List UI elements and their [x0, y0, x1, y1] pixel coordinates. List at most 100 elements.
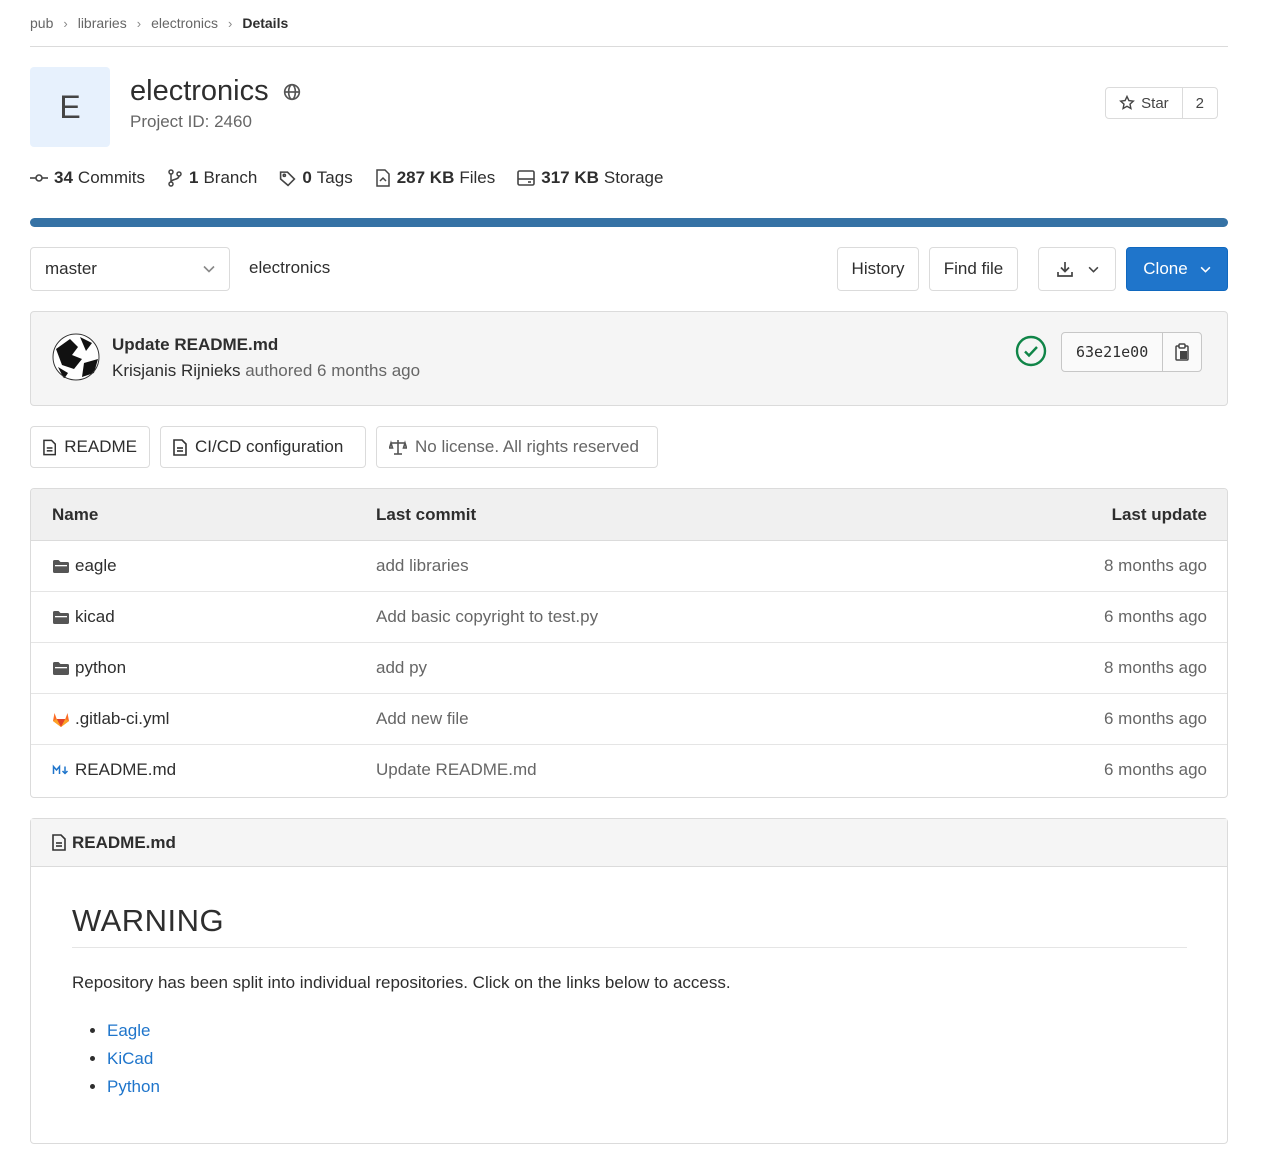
document-icon — [173, 438, 187, 456]
header-name: Name — [52, 505, 99, 524]
folder-icon — [53, 610, 69, 624]
folder-icon — [53, 559, 69, 573]
file-last-update: 8 months ago — [1103, 658, 1207, 677]
branch-selector[interactable]: master — [30, 247, 230, 291]
link-eagle[interactable]: Eagle — [107, 1021, 150, 1040]
header-last-commit: Last commit — [376, 505, 477, 524]
readme-button[interactable]: README — [30, 426, 150, 468]
stat-storage[interactable]: 317 KB Storage — [517, 168, 663, 188]
project-avatar[interactable]: E — [30, 67, 110, 147]
file-tree-table: Name Last commit Last update eagle add l… — [30, 488, 1228, 798]
link-python[interactable]: Python — [107, 1077, 160, 1096]
table-row[interactable]: eagle add libraries 8 months ago — [31, 541, 1227, 592]
globe-icon — [283, 83, 300, 100]
document-icon — [43, 439, 57, 455]
readme-filename[interactable]: README.md — [72, 833, 176, 853]
breadcrumb-details[interactable]: Details — [242, 15, 288, 31]
file-last-commit[interactable]: Add basic copyright to test.py — [376, 607, 598, 627]
commit-sha-group: 63e21e00 — [1061, 332, 1203, 372]
header-last-update: Last update — [1111, 505, 1207, 524]
stat-tags[interactable]: 0 Tags — [279, 168, 353, 188]
chevron-right-icon: › — [227, 15, 233, 31]
list-item: Python — [107, 1073, 160, 1101]
repo-path[interactable]: electronics — [249, 258, 330, 278]
star-group: Star 2 — [1105, 87, 1218, 119]
gitlab-icon — [53, 712, 69, 727]
readme-panel: README.md WARNING Repository has been sp… — [30, 818, 1228, 1144]
star-label: Star — [1141, 94, 1169, 112]
document-icon — [52, 834, 66, 851]
markdown-icon — [52, 764, 69, 775]
clone-label: Clone — [1143, 259, 1188, 278]
table-row[interactable]: kicad Add basic copyright to test.py 6 m… — [31, 592, 1227, 643]
pipeline-passed-icon[interactable] — [1015, 335, 1047, 367]
file-last-commit[interactable]: Add new file — [376, 709, 469, 729]
file-last-commit[interactable]: add py — [376, 658, 427, 678]
breadcrumb: pub › libraries › electronics › Details — [30, 0, 1228, 47]
file-last-commit[interactable]: Update README.md — [376, 760, 537, 780]
tag-icon — [280, 170, 296, 186]
list-item: KiCad — [107, 1045, 160, 1073]
cicd-config-button[interactable]: CI/CD configuration — [160, 426, 366, 468]
chevron-down-icon — [1200, 266, 1211, 273]
copy-sha-button[interactable] — [1163, 333, 1201, 371]
download-button[interactable] — [1038, 247, 1116, 291]
table-header: Name Last commit Last update — [31, 489, 1227, 541]
license-button[interactable]: No license. All rights reserved — [376, 426, 658, 468]
readme-heading: WARNING — [72, 903, 1187, 948]
project-name: electronics — [130, 75, 269, 107]
project-title: electronics — [130, 75, 301, 108]
clone-button[interactable]: Clone — [1126, 247, 1228, 291]
commit-meta: Krisjanis Rijnieks authored 6 months ago — [112, 361, 420, 381]
repo-toolbar: master electronics History Find file Clo… — [30, 247, 1228, 291]
clipboard-icon — [1175, 343, 1189, 361]
history-button[interactable]: History — [837, 247, 919, 291]
breadcrumb-libraries[interactable]: libraries — [78, 15, 127, 31]
branch-icon — [168, 169, 182, 187]
table-row[interactable]: python add py 8 months ago — [31, 643, 1227, 694]
file-icon — [375, 169, 390, 187]
commit-time: authored 6 months ago — [245, 361, 421, 380]
scale-icon — [389, 439, 407, 455]
last-commit-box: Update README.md Krisjanis Rijnieks auth… — [30, 311, 1228, 406]
file-name[interactable]: README.md — [75, 760, 176, 780]
folder-icon — [53, 661, 69, 675]
chevron-down-icon — [1088, 266, 1098, 273]
star-count[interactable]: 2 — [1183, 88, 1217, 118]
stat-files[interactable]: 287 KB Files — [375, 168, 495, 188]
chevron-right-icon: › — [63, 15, 68, 31]
star-icon — [1119, 95, 1136, 110]
link-kicad[interactable]: KiCad — [107, 1049, 153, 1068]
file-name[interactable]: eagle — [75, 556, 117, 576]
file-last-update: 6 months ago — [1103, 709, 1207, 728]
file-name[interactable]: python — [75, 658, 126, 678]
commit-sha[interactable]: 63e21e00 — [1062, 333, 1164, 371]
project-id: Project ID: 2460 — [130, 112, 252, 131]
readme-link-list: Eagle KiCad Python — [72, 1017, 160, 1101]
table-row[interactable]: .gitlab-ci.yml Add new file 6 months ago — [31, 694, 1227, 745]
file-last-update: 6 months ago — [1103, 760, 1207, 779]
project-stats: 34 Commits 1 Branch 0 Tags 287 KB Files 317 … — [30, 165, 1228, 191]
breadcrumb-pub[interactable]: pub — [30, 15, 53, 31]
commit-title[interactable]: Update README.md — [112, 335, 278, 355]
file-last-commit[interactable]: add libraries — [376, 556, 469, 576]
file-name[interactable]: .gitlab-ci.yml — [75, 709, 169, 729]
language-bar[interactable] — [30, 218, 1228, 227]
project-header: E electronics Project ID: 2460 Star 2 — [30, 67, 1228, 147]
commit-icon — [30, 174, 48, 182]
file-name[interactable]: kicad — [75, 607, 115, 627]
commit-author[interactable]: Krisjanis Rijnieks — [112, 361, 240, 380]
star-button[interactable]: Star — [1106, 88, 1183, 118]
table-row[interactable]: README.md Update README.md 6 months ago — [31, 745, 1227, 796]
stat-commits[interactable]: 34 Commits — [30, 168, 145, 188]
readme-header: README.md — [31, 819, 1227, 867]
breadcrumb-electronics[interactable]: electronics — [151, 15, 218, 31]
stat-branch[interactable]: 1 Branch — [167, 168, 257, 188]
file-last-update: 6 months ago — [1103, 607, 1207, 626]
readme-paragraph: Repository has been split into individua… — [72, 973, 731, 992]
repo-buttons: README CI/CD configuration No license. A… — [30, 426, 1228, 468]
author-avatar[interactable] — [52, 333, 100, 381]
chevron-right-icon: › — [136, 15, 142, 31]
find-file-button[interactable]: Find file — [929, 247, 1018, 291]
branch-name: master — [45, 259, 97, 278]
